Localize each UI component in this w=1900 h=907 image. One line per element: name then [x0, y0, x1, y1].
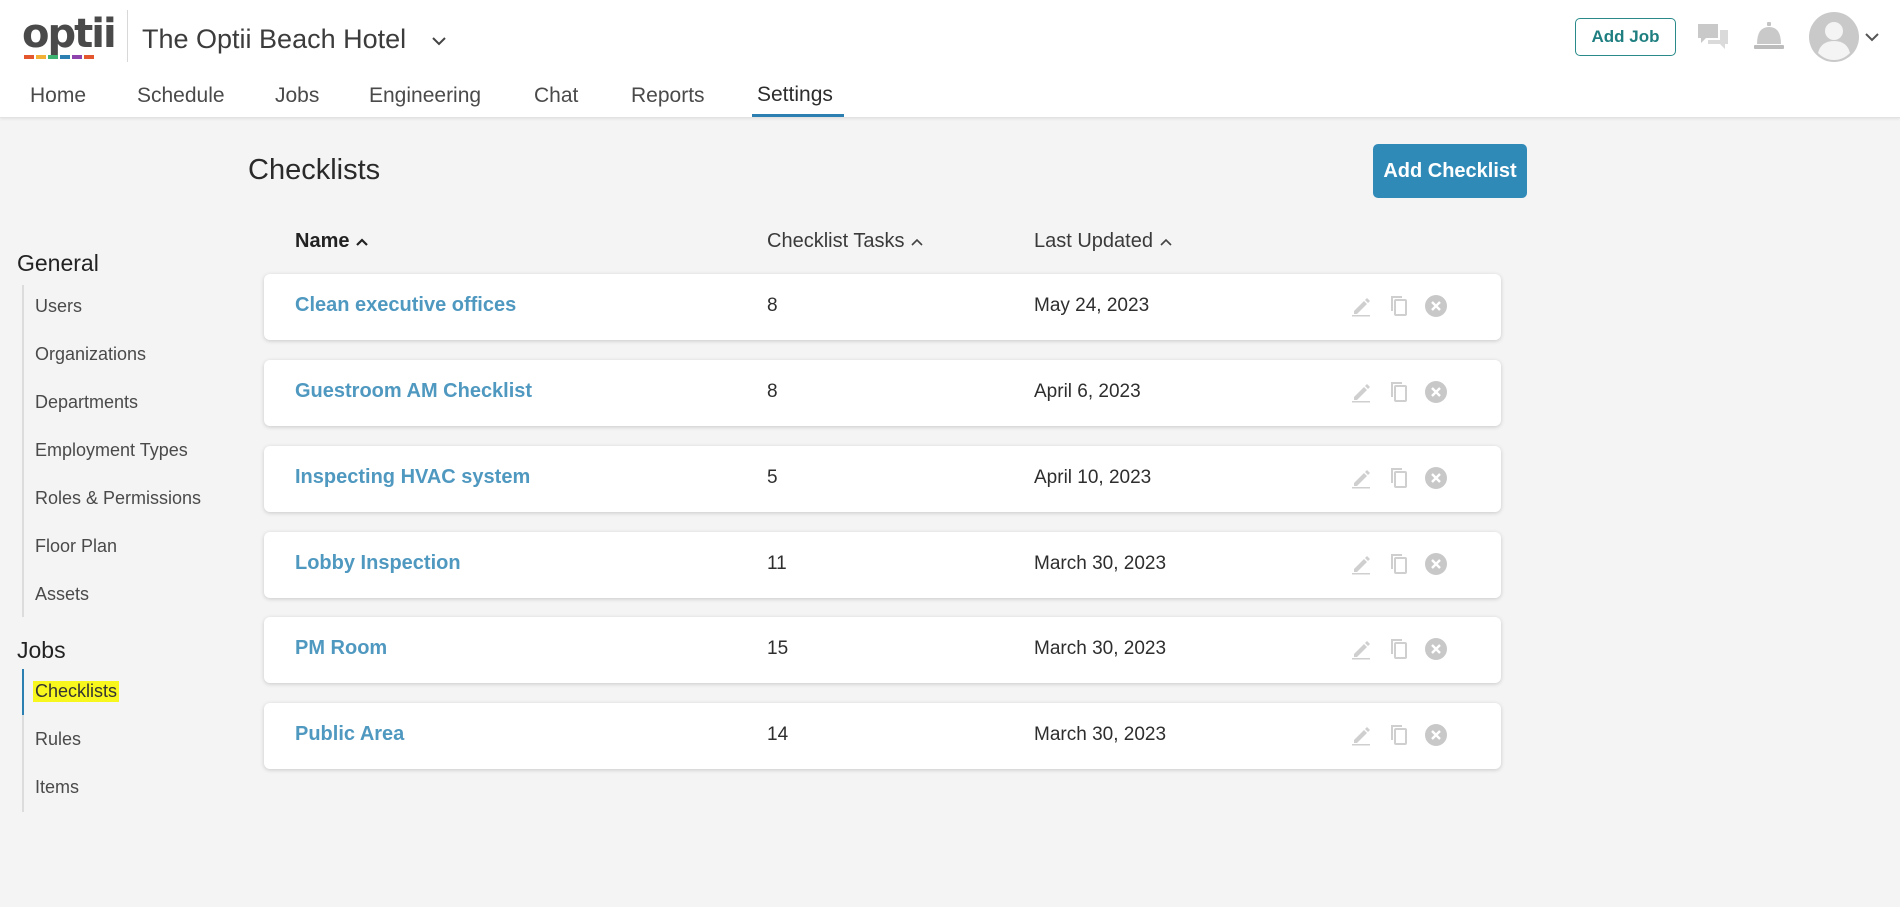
checklist-name-link[interactable]: Public Area: [295, 723, 404, 746]
checklist-task-count: 11: [767, 553, 787, 574]
close-circle-icon[interactable]: [1424, 294, 1448, 318]
logo-divider: [127, 10, 128, 62]
sidebar-item-checklists[interactable]: Checklists: [33, 681, 120, 702]
optii-logo[interactable]: optii: [22, 11, 117, 60]
sidebar-item-users[interactable]: Users: [35, 296, 82, 317]
sidebar-item-rules[interactable]: Rules: [35, 729, 81, 750]
table-row[interactable]: Guestroom AM Checklist 8 April 6, 2023: [264, 360, 1501, 426]
copy-icon[interactable]: [1387, 637, 1411, 661]
table-row[interactable]: PM Room 15 March 30, 2023: [264, 617, 1501, 683]
sidebar-item-organizations[interactable]: Organizations: [35, 344, 146, 365]
close-circle-icon[interactable]: [1424, 637, 1448, 661]
sidebar-item-employment-types[interactable]: Employment Types: [35, 440, 188, 461]
nav-home[interactable]: Home: [30, 84, 86, 118]
sidebar-group-line: [22, 285, 24, 617]
checklist-last-updated: April 10, 2023: [1034, 467, 1152, 488]
nav-jobs[interactable]: Jobs: [275, 84, 319, 118]
sort-ascending-icon: [1160, 238, 1172, 246]
checklist-task-count: 8: [767, 295, 778, 316]
sidebar-item-items[interactable]: Items: [35, 777, 79, 798]
chevron-down-icon[interactable]: [428, 30, 450, 52]
service-bell-icon[interactable]: [1752, 19, 1786, 53]
checklist-name-link[interactable]: PM Room: [295, 637, 387, 660]
logo-text: optii: [22, 11, 117, 57]
page-title: Checklists: [248, 154, 381, 186]
hotel-selector-label[interactable]: The Optii Beach Hotel: [142, 24, 406, 55]
column-header-name-label: Name: [295, 230, 350, 252]
checklist-task-count: 14: [767, 724, 789, 745]
pencil-icon[interactable]: [1349, 294, 1373, 318]
close-circle-icon[interactable]: [1424, 723, 1448, 747]
add-checklist-button[interactable]: Add Checklist: [1373, 144, 1527, 198]
checklist-last-updated: March 30, 2023: [1034, 553, 1167, 574]
checklist-name-link[interactable]: Inspecting HVAC system: [295, 466, 530, 489]
nav-reports[interactable]: Reports: [631, 84, 705, 118]
checklist-last-updated: April 6, 2023: [1034, 381, 1141, 402]
nav-schedule[interactable]: Schedule: [137, 84, 225, 118]
column-header-tasks-label: Checklist Tasks: [767, 230, 905, 252]
column-header-updated-label: Last Updated: [1034, 230, 1153, 252]
sidebar-item-assets[interactable]: Assets: [35, 584, 89, 605]
checklist-name-link[interactable]: Clean executive offices: [295, 294, 516, 317]
checklist-name-link[interactable]: Lobby Inspection: [295, 552, 461, 575]
close-circle-icon[interactable]: [1424, 552, 1448, 576]
add-job-button[interactable]: Add Job: [1575, 18, 1676, 56]
column-header-tasks[interactable]: Checklist Tasks: [767, 230, 924, 253]
nav-engineering[interactable]: Engineering: [369, 84, 481, 118]
chat-icon[interactable]: [1696, 21, 1730, 51]
sidebar-item-roles-permissions[interactable]: Roles & Permissions: [35, 488, 201, 509]
chevron-down-icon[interactable]: [1863, 28, 1881, 46]
checklist-task-count: 8: [767, 381, 778, 402]
close-circle-icon[interactable]: [1424, 380, 1448, 404]
sidebar-item-floor-plan[interactable]: Floor Plan: [35, 536, 117, 557]
checklist-name-link[interactable]: Guestroom AM Checklist: [295, 380, 532, 403]
column-header-name[interactable]: Name: [295, 230, 369, 253]
checklist-last-updated: May 24, 2023: [1034, 295, 1150, 316]
pencil-icon[interactable]: [1349, 466, 1373, 490]
table-row[interactable]: Public Area 14 March 30, 2023: [264, 703, 1501, 769]
user-avatar[interactable]: [1809, 12, 1859, 62]
table-row[interactable]: Inspecting HVAC system 5 April 10, 2023: [264, 446, 1501, 512]
copy-icon[interactable]: [1387, 466, 1411, 490]
pencil-icon[interactable]: [1349, 552, 1373, 576]
close-circle-icon[interactable]: [1424, 466, 1448, 490]
sort-ascending-icon: [911, 238, 924, 246]
nav-chat[interactable]: Chat: [534, 84, 578, 118]
copy-icon[interactable]: [1387, 723, 1411, 747]
sidebar-heading-jobs: Jobs: [17, 637, 66, 663]
column-header-last-updated[interactable]: Last Updated: [1034, 230, 1173, 253]
pencil-icon[interactable]: [1349, 723, 1373, 747]
sidebar-item-departments[interactable]: Departments: [35, 392, 138, 413]
copy-icon[interactable]: [1387, 552, 1411, 576]
copy-icon[interactable]: [1387, 380, 1411, 404]
sort-ascending-icon: [356, 237, 369, 246]
table-row[interactable]: Lobby Inspection 11 March 30, 2023: [264, 532, 1501, 598]
table-row[interactable]: Clean executive offices 8 May 24, 2023: [264, 274, 1501, 340]
sidebar-heading-general: General: [17, 250, 99, 276]
checklist-last-updated: March 30, 2023: [1034, 638, 1167, 659]
nav-settings[interactable]: Settings: [757, 83, 833, 117]
checklist-task-count: 5: [767, 467, 778, 488]
sidebar-active-indicator: [22, 669, 24, 715]
checklist-last-updated: March 30, 2023: [1034, 724, 1167, 745]
checklist-task-count: 15: [767, 638, 789, 659]
active-tab-indicator: [752, 114, 844, 117]
pencil-icon[interactable]: [1349, 637, 1373, 661]
pencil-icon[interactable]: [1349, 380, 1373, 404]
top-header: optii The Optii Beach Hotel Add Job Home…: [0, 0, 1900, 118]
copy-icon[interactable]: [1387, 294, 1411, 318]
